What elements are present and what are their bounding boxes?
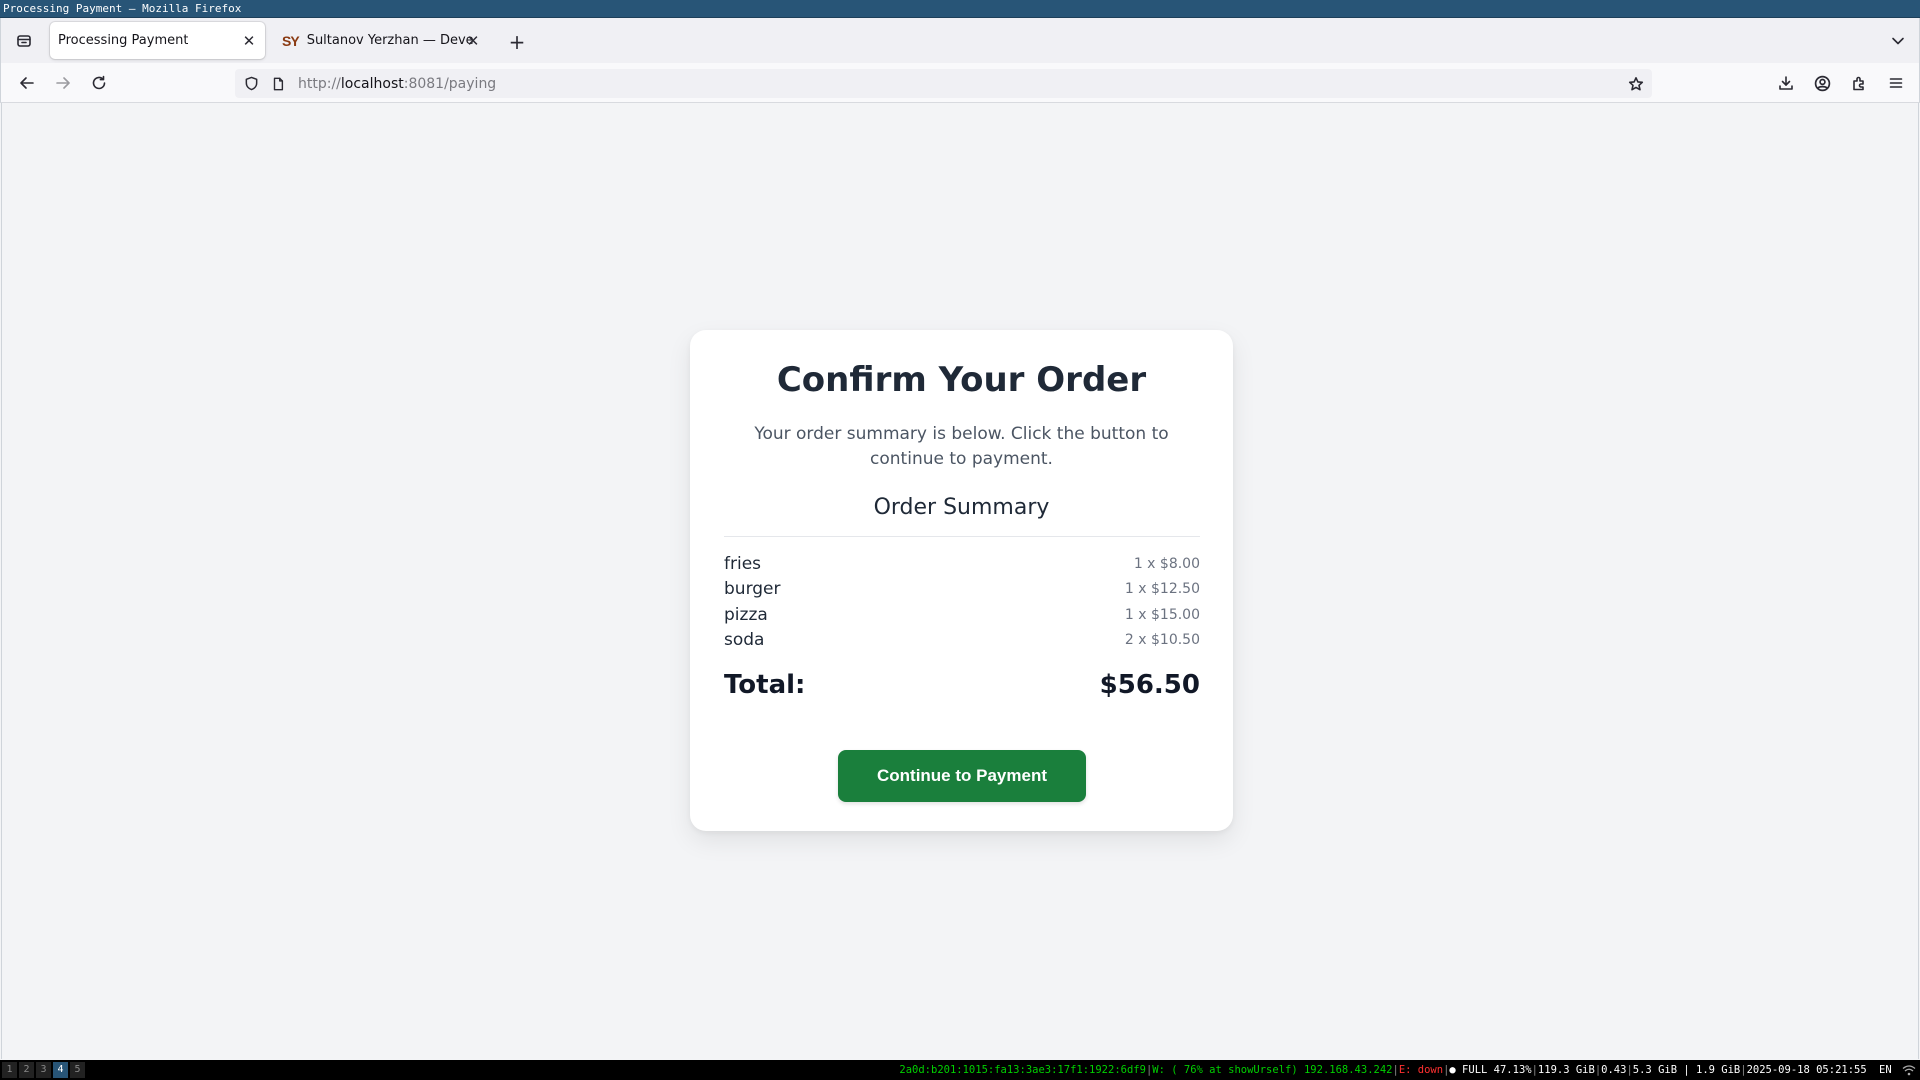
status-info: 2a0d:b201:1015:fa13:3ae3:17f1:1922:6df9|… xyxy=(899,1060,1916,1080)
item-qty-price: 1 x $12.50 xyxy=(1124,581,1200,597)
memory-usage: 5.3 GiB | 1.9 GiB xyxy=(1632,1064,1741,1076)
url-path: :8081/paying xyxy=(403,75,497,92)
order-item: burger 1 x $12.50 xyxy=(724,577,1200,601)
workspace-2[interactable]: 2 xyxy=(19,1062,34,1078)
close-tab-icon[interactable]: ✕ xyxy=(239,31,259,51)
page-title: Confirm Your Order xyxy=(776,360,1147,400)
window-title: Processing Payment — Mozilla Firefox xyxy=(0,0,1920,18)
url-text[interactable]: http://localhost:8081/paying xyxy=(298,76,496,92)
tab-bar: Processing Payment ✕ SY Sultanov Yerzhan… xyxy=(0,18,1920,63)
order-item: pizza 1 x $15.00 xyxy=(724,603,1200,627)
ethernet-status: E: down xyxy=(1398,1064,1444,1076)
summary-divider xyxy=(724,536,1200,537)
total-value: $56.50 xyxy=(1099,670,1200,700)
tab-label: Processing Payment xyxy=(58,33,189,48)
url-host: localhost xyxy=(340,75,404,92)
extensions-icon[interactable] xyxy=(1846,71,1872,95)
tab-sultanov-yerzhan[interactable]: SY Sultanov Yerzhan — Developer ✕ xyxy=(274,22,489,59)
page-info-icon[interactable] xyxy=(267,73,289,95)
status-bar: 1 2 3 4 5 2a0d:b201:1015:fa13:3ae3:17f1:… xyxy=(0,1060,1920,1080)
reload-icon[interactable] xyxy=(86,71,112,95)
page-subtitle: Your order summary is below. Click the b… xyxy=(754,424,1169,469)
url-scheme: http:// xyxy=(298,75,341,92)
back-icon[interactable] xyxy=(14,71,40,95)
workspace-4[interactable]: 4 xyxy=(53,1062,68,1078)
item-qty-price: 1 x $15.00 xyxy=(1124,607,1200,623)
address-bar[interactable]: http://localhost:8081/paying xyxy=(235,69,1652,98)
battery-status: ● FULL 47.13% xyxy=(1449,1064,1532,1076)
account-icon[interactable] xyxy=(1809,71,1835,95)
tab-processing-payment[interactable]: Processing Payment ✕ xyxy=(50,22,265,59)
chevron-down-icon[interactable] xyxy=(1886,29,1910,53)
disk-usage: 119.3 GiB xyxy=(1537,1064,1595,1076)
wifi-icon xyxy=(1902,1064,1916,1076)
bookmark-star-icon[interactable] xyxy=(1624,72,1648,96)
page-viewport: Confirm Your Order Your order summary is… xyxy=(1,103,1919,1059)
datetime: 2025-09-18 05:21:55 xyxy=(1746,1064,1867,1076)
total-label: Total: xyxy=(724,670,806,700)
item-name: burger xyxy=(724,579,781,599)
close-tab-icon[interactable]: ✕ xyxy=(463,31,483,51)
downloads-icon[interactable] xyxy=(1773,71,1799,95)
order-card: Confirm Your Order Your order summary is… xyxy=(690,330,1233,831)
site-favicon: SY xyxy=(282,32,300,49)
total-row: Total: $56.50 xyxy=(724,670,1200,700)
workspace-3[interactable]: 3 xyxy=(36,1062,51,1078)
load-average: 0.43 xyxy=(1601,1064,1627,1076)
order-item: soda 2 x $10.50 xyxy=(724,628,1200,652)
keyboard-layout: EN xyxy=(1879,1064,1892,1076)
item-name: fries xyxy=(724,554,762,574)
order-summary-title: Order Summary xyxy=(873,495,1050,520)
forward-icon[interactable] xyxy=(50,71,76,95)
item-name: soda xyxy=(724,630,765,650)
continue-to-payment-button[interactable]: Continue to Payment xyxy=(838,750,1086,802)
wifi-status: W: ( 76% at showUrself) 192.168.43.242 xyxy=(1152,1064,1393,1076)
workspace-5[interactable]: 5 xyxy=(70,1062,85,1078)
item-qty-price: 2 x $10.50 xyxy=(1124,632,1200,648)
ipv6-address: 2a0d:b201:1015:fa13:3ae3:17f1:1922:6df9 xyxy=(899,1064,1146,1076)
tab-label: Sultanov Yerzhan — Developer xyxy=(306,33,474,48)
hamburger-menu-icon[interactable] xyxy=(1883,71,1909,95)
order-item: fries 1 x $8.00 xyxy=(724,552,1200,576)
workspace-1[interactable]: 1 xyxy=(2,1062,17,1078)
shield-icon[interactable] xyxy=(240,73,262,95)
new-tab-icon[interactable]: + xyxy=(504,29,530,55)
navigation-bar: http://localhost:8081/paying xyxy=(0,63,1920,103)
item-name: pizza xyxy=(724,605,768,625)
list-all-tabs-icon[interactable] xyxy=(12,29,36,53)
item-qty-price: 1 x $8.00 xyxy=(1133,556,1200,572)
